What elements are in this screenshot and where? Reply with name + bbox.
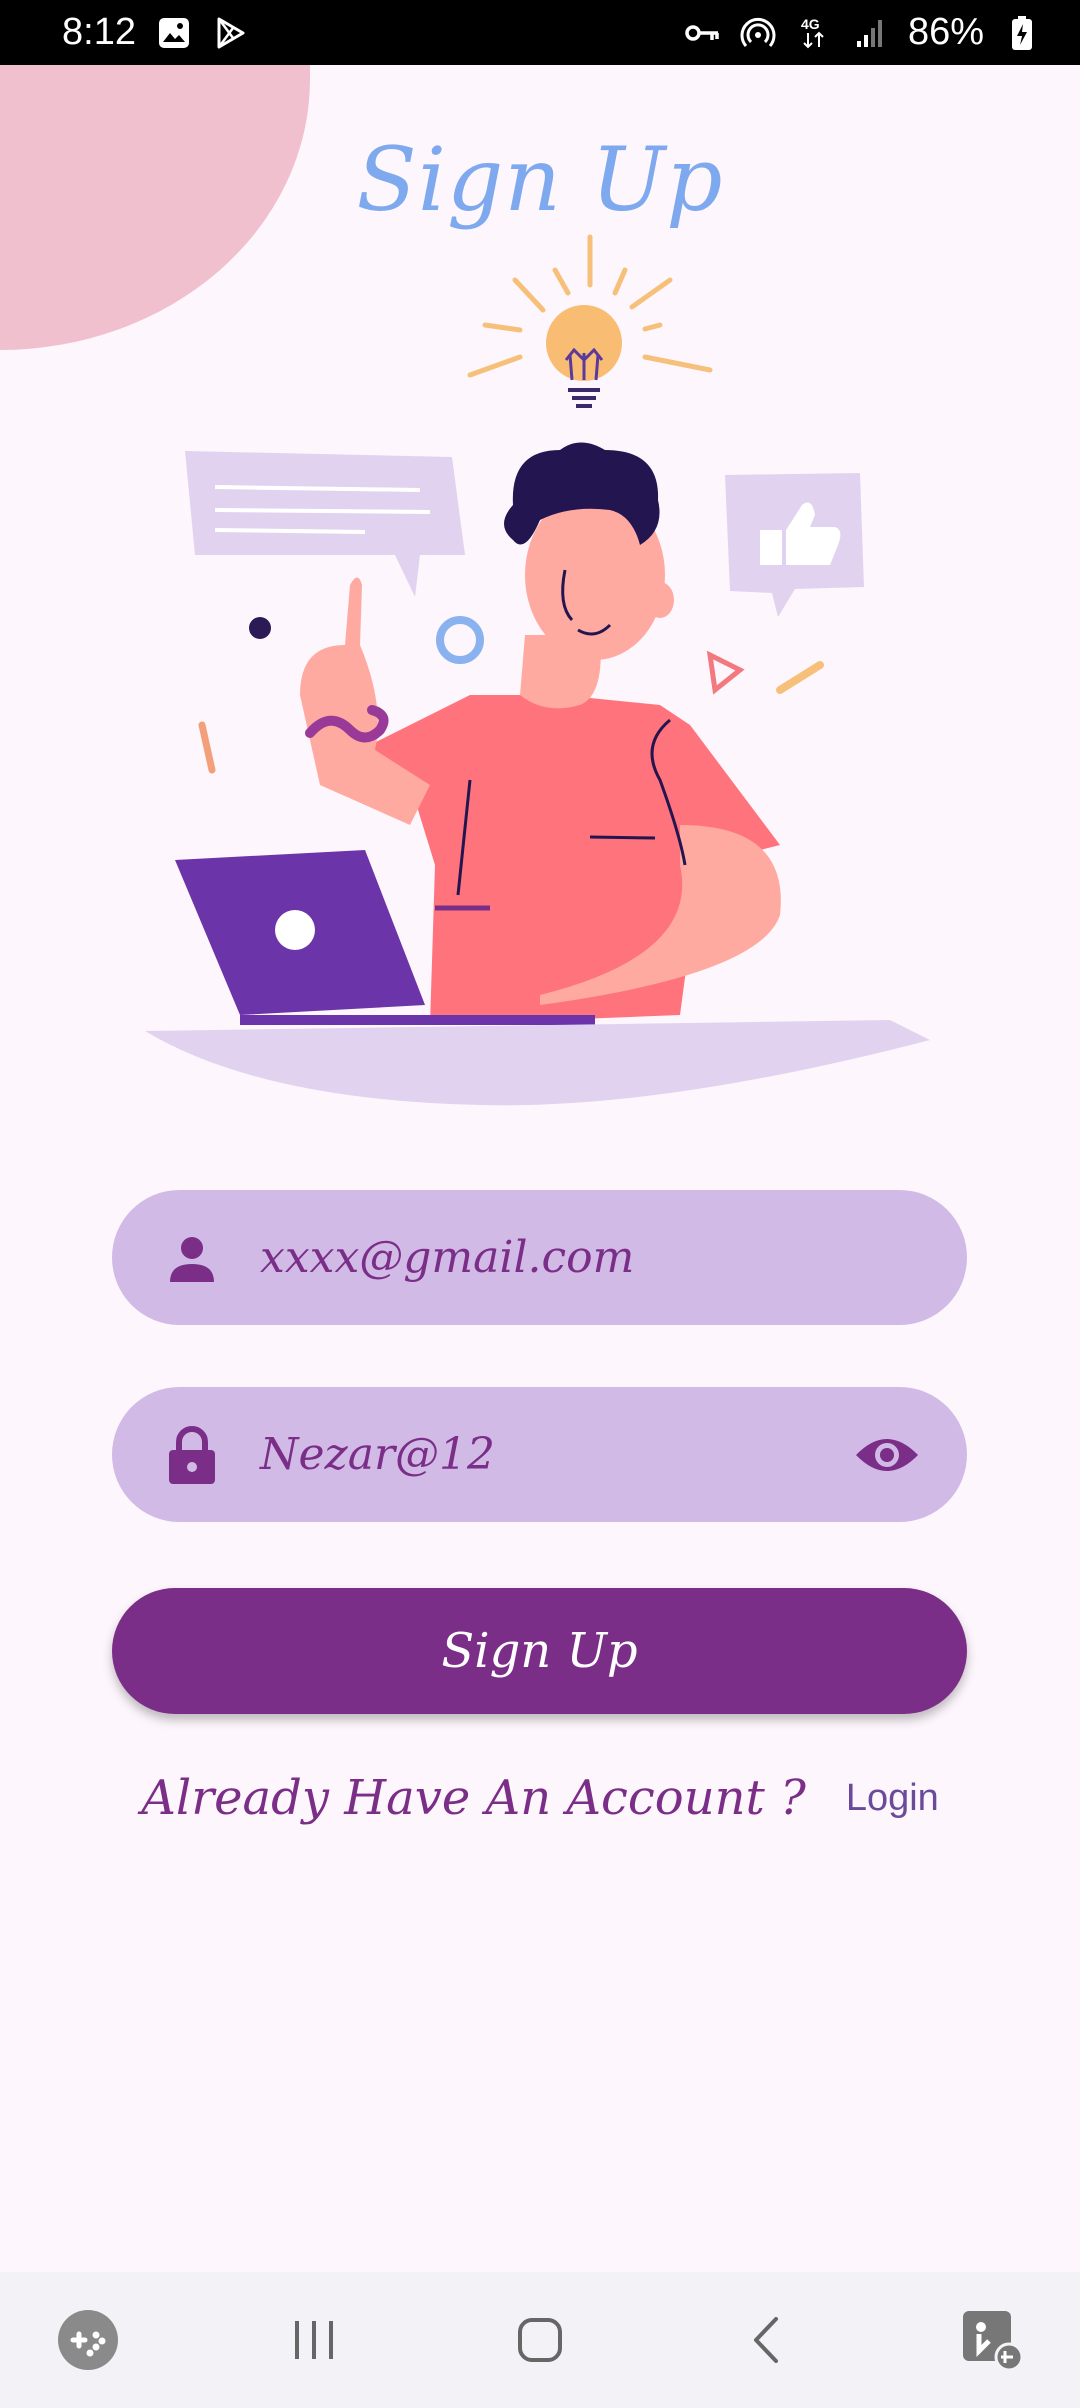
home-icon[interactable] xyxy=(480,2280,600,2400)
lock-icon xyxy=(152,1415,232,1495)
recents-icon[interactable] xyxy=(254,2280,374,2400)
confetti-bar xyxy=(776,661,824,694)
person-icon xyxy=(152,1218,232,1298)
login-link[interactable]: Login xyxy=(846,1777,939,1820)
visibility-eye-icon[interactable] xyxy=(847,1415,927,1495)
password-input[interactable]: Nezar@12 xyxy=(260,1429,847,1480)
confetti-triangle xyxy=(706,650,745,695)
login-prompt: Already Have An Account ? Login xyxy=(0,1770,1080,1826)
chat-bubble-icon xyxy=(185,451,465,597)
svg-text:4G: 4G xyxy=(801,16,820,32)
lightbulb-icon xyxy=(546,305,622,408)
battery-percent: 86% xyxy=(907,11,984,53)
hotspot-icon xyxy=(740,15,776,51)
status-time: 8:12 xyxy=(62,11,136,53)
4g-icon: 4G xyxy=(796,15,832,51)
battery-charging-icon xyxy=(1004,15,1040,51)
page-title: Sign Up xyxy=(356,128,724,231)
play-store-icon xyxy=(212,15,248,51)
status-left: 8:12 xyxy=(62,11,248,54)
email-input[interactable]: xxxx@gmail.com xyxy=(260,1232,927,1283)
desk-surface xyxy=(145,1020,930,1106)
password-field[interactable]: Nezar@12 xyxy=(112,1387,967,1522)
status-bar: 8:12 4G 86% xyxy=(0,0,1080,65)
signup-button[interactable]: Sign Up xyxy=(112,1588,967,1714)
confetti-dot xyxy=(249,617,271,639)
image-icon xyxy=(156,15,192,51)
confetti-ring xyxy=(436,616,484,664)
back-icon[interactable] xyxy=(706,2280,826,2400)
already-have-account-text: Already Have An Account ? xyxy=(141,1770,806,1826)
accessibility-icon[interactable] xyxy=(932,2280,1052,2400)
navigation-bar xyxy=(0,2272,1080,2408)
confetti-bar-left xyxy=(198,721,216,774)
thumbs-up-bubble-icon xyxy=(725,473,864,617)
email-field[interactable]: xxxx@gmail.com xyxy=(112,1190,967,1325)
game-launcher-icon[interactable] xyxy=(28,2280,148,2400)
signal-icon xyxy=(852,15,888,51)
vpn-key-icon xyxy=(684,15,720,51)
signup-illustration xyxy=(145,234,930,1106)
status-right: 4G 86% xyxy=(684,11,1040,54)
